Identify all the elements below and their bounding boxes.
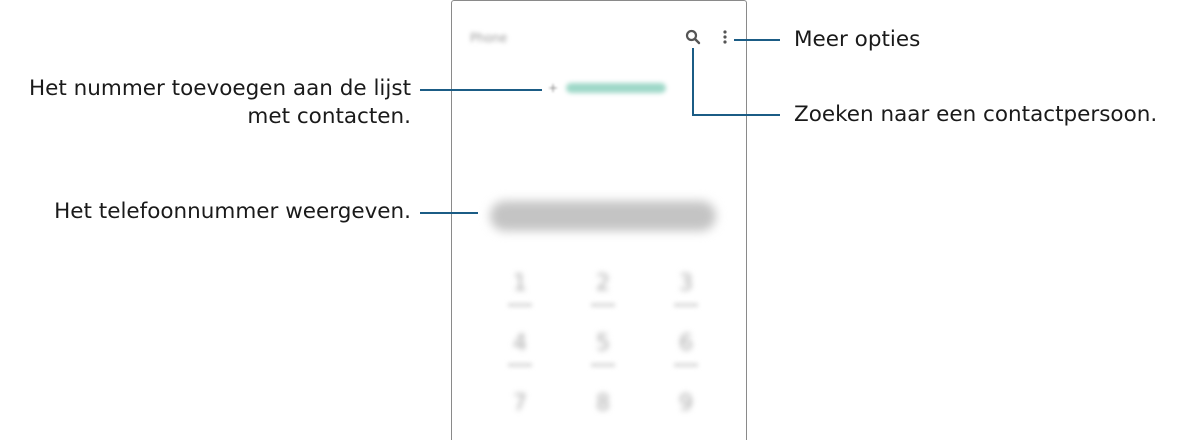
search-icon[interactable]: [685, 29, 701, 45]
keypad-key-9[interactable]: 9: [674, 391, 698, 416]
keypad-key-5[interactable]: 5: [591, 331, 615, 356]
callout-more-options: Meer opties: [794, 27, 921, 52]
callout-line-search-horizontal: [692, 114, 780, 116]
keypad-sublabel: [674, 303, 698, 307]
add-to-contacts-label: [566, 83, 667, 93]
add-to-contacts-button[interactable]: +: [548, 81, 667, 95]
app-title: Phone: [470, 31, 508, 45]
plus-icon: +: [548, 81, 559, 95]
keypad-sublabel: [508, 363, 532, 367]
more-options-icon[interactable]: [722, 29, 728, 45]
callout-show-number: Het telefoonnummer weergeven.: [54, 199, 411, 224]
phone-screen: Phone + 1 2 3 4 5 6 7 8 9: [451, 0, 747, 440]
keypad-sublabel: [674, 363, 698, 367]
keypad-sublabel: [591, 363, 615, 367]
callout-search-contact: Zoeken naar een contactpersoon.: [794, 102, 1158, 127]
callout-line-add-contact: [420, 89, 542, 91]
keypad-sublabel: [508, 303, 532, 307]
keypad-key-8[interactable]: 8: [591, 391, 615, 416]
callout-add-contact-line1: Het nummer toevoegen aan de lijst: [28, 76, 411, 101]
callout-line-number-display: [420, 212, 478, 214]
keypad-key-3[interactable]: 3: [674, 271, 698, 296]
keypad-key-1[interactable]: 1: [508, 271, 532, 296]
keypad-key-2[interactable]: 2: [591, 271, 615, 296]
callout-line-search-vertical: [692, 48, 694, 116]
keypad-key-7[interactable]: 7: [508, 391, 532, 416]
keypad-key-4[interactable]: 4: [508, 331, 532, 356]
callout-add-contact-line2: met contacten.: [247, 104, 411, 129]
callout-line-more-options: [734, 39, 780, 41]
keypad-key-6[interactable]: 6: [674, 331, 698, 356]
phone-number-display: [490, 201, 716, 231]
keypad-sublabel: [591, 303, 615, 307]
